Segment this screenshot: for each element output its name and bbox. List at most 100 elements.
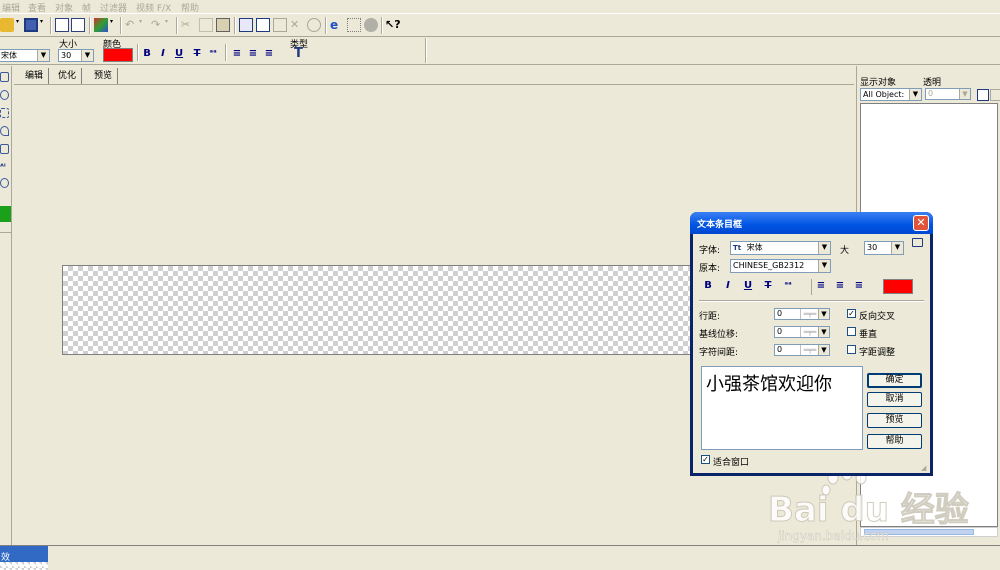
tab-edit[interactable]: 编辑 [20, 68, 50, 84]
dialog-align-center-icon[interactable]: ≡ [833, 280, 847, 291]
export-icon[interactable] [71, 18, 85, 32]
resize-icon[interactable] [307, 18, 321, 32]
chevron-down-icon[interactable]: ▼ [818, 345, 829, 355]
chevron-down-icon[interactable]: ▼ [959, 89, 970, 99]
line-spacing-label: 行距: [699, 312, 721, 322]
strikethrough-button[interactable]: T [190, 48, 204, 59]
vertical-checkbox[interactable] [847, 327, 856, 336]
cancel-button[interactable]: 取消 [867, 392, 922, 407]
browser-preview-icon[interactable]: e [330, 18, 344, 32]
expand-icon[interactable] [912, 238, 923, 247]
copy-icon[interactable] [199, 18, 213, 32]
slider-icon[interactable]: ═╤═ [800, 327, 819, 337]
char-spacing-stepper[interactable]: 0 ═╤═ ▼ [774, 344, 830, 356]
help-button[interactable]: 帮助 [867, 434, 922, 449]
help-cursor-icon[interactable]: ↖? [385, 18, 401, 32]
redo-dropdown-icon[interactable]: ▾ [165, 18, 171, 32]
chevron-down-icon[interactable]: ▼ [818, 260, 830, 272]
ellipse-tool-icon[interactable] [0, 90, 9, 100]
underline-button[interactable]: U [172, 48, 186, 59]
frame-icon[interactable] [239, 18, 253, 32]
preview-button[interactable]: 预览 [867, 413, 922, 428]
text-entry-dialog: 文本条目框 ✕ 字体: Tt 宋体 ▼ 大 30 ▼ 原本: CHINESE_G… [690, 212, 933, 476]
tab-preview[interactable]: 预览 [89, 68, 119, 84]
dialog-bold-button[interactable]: B [701, 280, 715, 291]
lasso-tool-icon[interactable] [0, 108, 9, 118]
dialog-align-right-icon[interactable]: ≡ [852, 280, 866, 291]
size-select[interactable]: 30 ▼ [58, 49, 94, 62]
globe-icon[interactable] [364, 18, 378, 32]
chevron-down-icon[interactable]: ▼ [37, 50, 49, 61]
dialog-size-select[interactable]: 30 ▼ [864, 241, 904, 255]
text-tool-icon[interactable]: ᴬᴵ [0, 162, 9, 172]
slider-icon[interactable]: ═╤═ [800, 309, 819, 319]
baseline-stepper[interactable]: 0 ═╤═ ▼ [774, 326, 830, 338]
properties-icon[interactable] [256, 18, 270, 32]
palette-dropdown-icon[interactable]: ▾ [110, 18, 116, 32]
redo-icon[interactable]: ↷ [151, 18, 165, 32]
align-center-icon[interactable]: ≡ [246, 48, 260, 59]
toolbar-separator [120, 17, 122, 34]
new-object-icon[interactable] [977, 89, 989, 101]
undo-icon[interactable]: ↶ [125, 18, 139, 32]
italic-button[interactable]: I [156, 48, 170, 59]
fit-window-checkbox[interactable]: ✓ [701, 455, 710, 464]
delete-object-icon[interactable] [990, 89, 1000, 101]
chevron-down-icon[interactable]: ▼ [818, 309, 829, 319]
chevron-down-icon[interactable]: ▼ [81, 50, 93, 61]
slider-icon[interactable]: ═╤═ [800, 345, 819, 355]
foreground-color-swatch[interactable] [0, 206, 11, 222]
opacity-value: 0 [928, 89, 934, 98]
undo-dropdown-icon[interactable]: ▾ [139, 18, 145, 32]
align-right-icon[interactable]: ≡ [262, 48, 276, 59]
dialog-titlebar[interactable]: 文本条目框 ✕ [690, 212, 933, 234]
resize-grip-icon[interactable]: ◢ [921, 464, 926, 472]
dialog-superscript-button[interactable]: ᵃᵃ [781, 280, 795, 289]
save-icon[interactable] [24, 18, 38, 32]
open-dropdown-icon[interactable]: ▾ [16, 18, 22, 32]
ok-button[interactable]: 确定 [867, 373, 922, 388]
text-entry-area[interactable]: 小强茶馆欢迎你 [701, 366, 863, 450]
dialog-align-left-icon[interactable]: ≡ [814, 280, 828, 291]
import-icon[interactable] [55, 18, 69, 32]
vertical-label: 垂直 [859, 330, 878, 340]
palette-icon[interactable] [94, 18, 108, 32]
tab-optimize[interactable]: 优化 [53, 68, 83, 84]
font-select[interactable]: 宋体 ▼ [0, 49, 50, 62]
open-icon[interactable] [0, 18, 14, 32]
text-type-icon[interactable]: T [294, 46, 303, 61]
grid-icon[interactable] [347, 18, 361, 32]
select-tool-icon[interactable] [0, 72, 9, 82]
chevron-down-icon[interactable]: ▼ [818, 242, 830, 254]
chevron-down-icon[interactable]: ▼ [891, 242, 903, 254]
script-select[interactable]: CHINESE_GB2312 ▼ [730, 259, 831, 273]
superscript-button[interactable]: ᵃᵃ [206, 48, 220, 57]
dialog-font-select[interactable]: Tt 宋体 ▼ [730, 241, 831, 255]
dialog-underline-button[interactable]: U [741, 280, 755, 291]
dialog-italic-button[interactable]: I [721, 280, 735, 291]
save-dropdown-icon[interactable]: ▾ [40, 18, 46, 32]
dialog-color-swatch[interactable] [883, 279, 913, 294]
close-icon[interactable]: ✕ [913, 215, 929, 231]
transparent-canvas[interactable] [62, 265, 692, 355]
chevron-down-icon[interactable]: ▼ [818, 327, 829, 337]
opacity-stepper[interactable]: 0 ▼ [925, 88, 971, 100]
align-left-icon[interactable]: ≡ [230, 48, 244, 59]
line-spacing-stepper[interactable]: 0 ═╤═ ▼ [774, 308, 830, 320]
reverse-checkbox[interactable]: ✓ [847, 309, 856, 318]
dialog-strikethrough-button[interactable]: T [761, 280, 775, 291]
show-objects-select[interactable]: All Object: ▼ [860, 88, 922, 101]
brush-tool-icon[interactable] [0, 126, 9, 136]
chevron-down-icon[interactable]: ▼ [909, 89, 921, 100]
bottom-tab[interactable]: 效 [0, 546, 48, 570]
crop-icon[interactable] [273, 18, 287, 32]
font-select-value: 宋体 [1, 51, 17, 60]
color-swatch[interactable] [103, 48, 133, 62]
zoom-tool-icon[interactable] [0, 178, 9, 188]
paste-icon[interactable] [216, 18, 230, 32]
bold-button[interactable]: B [140, 48, 154, 59]
kerning-checkbox[interactable] [847, 345, 856, 354]
cut-icon[interactable]: ✂ [181, 18, 195, 32]
crop-tool-icon[interactable] [0, 144, 9, 154]
close-x-icon[interactable]: ✕ [290, 18, 304, 32]
